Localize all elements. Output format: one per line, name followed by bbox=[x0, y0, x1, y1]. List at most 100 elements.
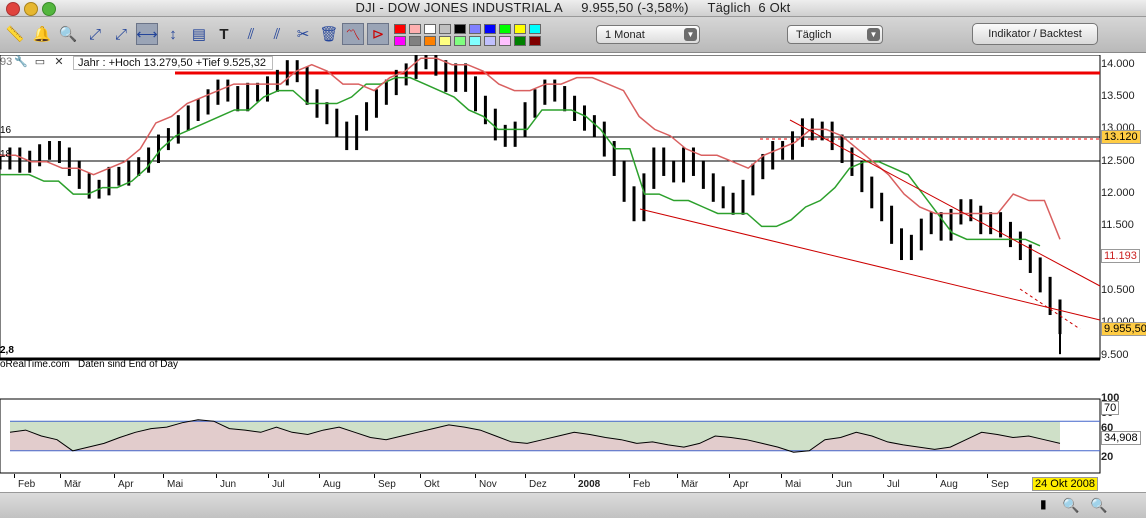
rsi-tag-upper: 70 bbox=[1101, 401, 1120, 415]
tools-icon[interactable]: ✂ bbox=[292, 23, 314, 45]
chart-info-bar: 93 🔧 ▭ ✕ Jahr : +Hoch 13.279,50 +Tief 9.… bbox=[0, 55, 1100, 72]
trash-icon[interactable]: 🗑 bbox=[318, 23, 340, 45]
x-tick bbox=[114, 474, 115, 478]
x-tick bbox=[629, 474, 630, 478]
zoom-in-icon[interactable]: 🔍 bbox=[1090, 497, 1107, 514]
window-icon[interactable]: ▭ bbox=[33, 56, 47, 69]
price-tag-mid: 11.193 bbox=[1101, 249, 1140, 263]
x-tick bbox=[475, 474, 476, 478]
x-tick-label: Jun bbox=[836, 479, 853, 490]
x-tick bbox=[319, 474, 320, 478]
vertical-line-icon[interactable]: ↕ bbox=[162, 23, 184, 45]
color-swatch[interactable] bbox=[409, 36, 421, 46]
x-tick-label: Apr bbox=[733, 479, 749, 490]
scroll-handle-icon[interactable]: ▮ bbox=[1040, 497, 1047, 511]
color-swatch[interactable] bbox=[484, 36, 496, 46]
fibonacci-icon[interactable]: ▤ bbox=[188, 23, 210, 45]
x-tick-label: Mär bbox=[64, 479, 82, 490]
line-tool-icon[interactable]: ⤢ bbox=[84, 23, 106, 45]
text-icon[interactable]: T bbox=[213, 23, 235, 45]
x-tick bbox=[14, 474, 15, 478]
y-tick-label: 12.000 bbox=[1101, 187, 1135, 200]
color-swatch[interactable] bbox=[424, 36, 436, 46]
y-tick-label: 11.500 bbox=[1101, 219, 1134, 232]
ruler-icon[interactable]: 📏 bbox=[4, 23, 26, 45]
horizontal-line-icon[interactable]: ⟷ bbox=[136, 23, 158, 45]
y-tick-label: 9.500 bbox=[1101, 348, 1129, 361]
x-tick-label: Jul bbox=[887, 479, 900, 490]
x-tick bbox=[574, 474, 575, 478]
color-swatch[interactable] bbox=[439, 36, 451, 46]
zoom-out-icon[interactable]: 🔍 bbox=[1062, 497, 1079, 514]
color-swatch[interactable] bbox=[469, 24, 481, 34]
zoom-icon[interactable]: 🔍 bbox=[57, 23, 79, 45]
x-tick bbox=[677, 474, 678, 478]
x-tick bbox=[729, 474, 730, 478]
period-info-text: Jahr : +Hoch 13.279,50 +Tief 9.525,32 bbox=[73, 56, 273, 70]
price-tag-upper: 13.120 bbox=[1101, 130, 1141, 144]
y-tick-label: 13.500 bbox=[1101, 90, 1135, 103]
color-swatch[interactable] bbox=[499, 24, 511, 34]
x-tick-label: Nov bbox=[479, 479, 497, 490]
color-swatch[interactable] bbox=[514, 36, 526, 46]
x-tick bbox=[268, 474, 269, 478]
x-tick-label: Aug bbox=[940, 479, 958, 490]
close-panel-icon[interactable]: ✕ bbox=[52, 56, 66, 69]
chevron-down-icon: ▼ bbox=[684, 28, 697, 41]
color-swatch[interactable] bbox=[484, 24, 496, 34]
y-tick-label: 14.000 bbox=[1101, 57, 1135, 70]
price-chart[interactable] bbox=[0, 55, 1146, 492]
left-label-2: 18 bbox=[0, 149, 12, 160]
x-tick-label: Sep bbox=[378, 479, 396, 490]
date-tag: 24 Okt 2008 bbox=[1032, 477, 1098, 491]
left-label-3: 2,8 bbox=[0, 345, 14, 356]
info-left-fragment: 93 bbox=[0, 56, 13, 68]
color-swatch[interactable] bbox=[439, 24, 451, 34]
y-tick-label: 12.500 bbox=[1101, 154, 1135, 167]
parallel-line-2-icon[interactable]: ⫽ bbox=[266, 23, 288, 45]
x-tick bbox=[420, 474, 421, 478]
parallel-line-icon[interactable]: ⫽ bbox=[240, 23, 262, 45]
x-tick bbox=[525, 474, 526, 478]
color-swatch[interactable] bbox=[499, 36, 511, 46]
window-title-bar: DJI - DOW JONES INDUSTRIAL A 9.955,50 (-… bbox=[0, 0, 1146, 17]
bell-icon[interactable]: 🔔 bbox=[31, 23, 53, 45]
indicator-backtest-button[interactable]: Indikator / Backtest bbox=[972, 23, 1098, 45]
period-select-value: 1 Monat bbox=[605, 29, 645, 41]
color-swatch[interactable] bbox=[529, 36, 541, 46]
color-swatch[interactable] bbox=[394, 36, 406, 46]
bottom-bar: 🔍 🔍 ▮ bbox=[0, 492, 1146, 518]
x-tick bbox=[987, 474, 988, 478]
color-swatch[interactable] bbox=[454, 36, 466, 46]
x-tick-label: Mär bbox=[681, 479, 699, 490]
x-tick bbox=[216, 474, 217, 478]
left-label-1: 16 bbox=[0, 125, 12, 136]
x-tick bbox=[374, 474, 375, 478]
interval-select[interactable]: Täglich ▼ bbox=[787, 25, 883, 44]
x-tick-label: Mai bbox=[785, 479, 802, 490]
y-tick-label: 10.500 bbox=[1101, 284, 1135, 297]
price-tag-last: 9.955,50 bbox=[1101, 322, 1146, 336]
x-tick-label: Jul bbox=[272, 479, 285, 490]
color-swatch[interactable] bbox=[514, 24, 526, 34]
x-tick-label: Mai bbox=[167, 479, 184, 490]
x-tick bbox=[163, 474, 164, 478]
color-swatch[interactable] bbox=[424, 24, 436, 34]
color-swatch[interactable] bbox=[469, 36, 481, 46]
color-swatch[interactable] bbox=[454, 24, 466, 34]
chart-style-icon[interactable]: 〽 bbox=[342, 23, 364, 45]
x-tick bbox=[832, 474, 833, 478]
x-tick-label: Okt bbox=[424, 479, 440, 490]
color-swatch[interactable] bbox=[409, 24, 421, 34]
period-select[interactable]: 1 Monat ▼ bbox=[596, 25, 700, 44]
wrench-icon[interactable]: 🔧 bbox=[14, 56, 28, 69]
x-tick-label: Dez bbox=[529, 479, 547, 490]
price-panel-frame bbox=[0, 55, 1101, 360]
rsi-tag-value: 34,908 bbox=[1101, 431, 1141, 445]
x-tick bbox=[60, 474, 61, 478]
color-swatch[interactable] bbox=[394, 24, 406, 34]
triangle-tool-icon[interactable]: ⊳ bbox=[367, 23, 389, 45]
trend-line-icon[interactable]: ⤢ bbox=[110, 23, 132, 45]
color-swatch[interactable] bbox=[529, 24, 541, 34]
data-source-footer: oRealTime.com Daten sind End of Day bbox=[0, 359, 179, 370]
